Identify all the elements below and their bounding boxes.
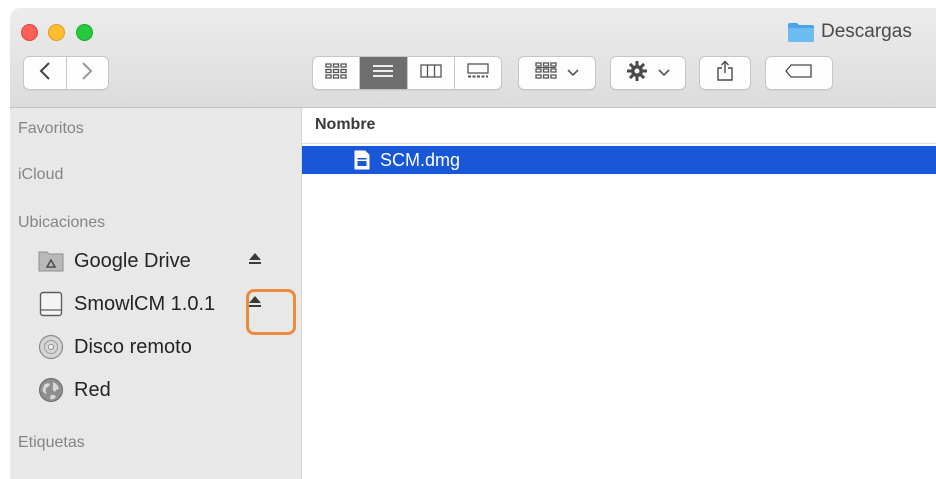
- sidebar-item-label: Google Drive: [74, 249, 191, 272]
- column-view-button[interactable]: [406, 57, 454, 89]
- sidebar-item-remote-disc[interactable]: Disco remoto: [38, 331, 192, 363]
- edit-tags-button[interactable]: [765, 56, 833, 90]
- back-forward-group: [23, 56, 109, 90]
- icon-grid-icon: [325, 62, 347, 84]
- grid-icon: [535, 61, 557, 85]
- optical-disc-icon: [38, 334, 64, 360]
- sidebar-item-label: Red: [74, 378, 111, 401]
- google-drive-icon: [38, 248, 64, 274]
- sidebar-item-smowlcm[interactable]: SmowlCM 1.0.1: [38, 288, 215, 320]
- chevron-right-icon: [81, 61, 93, 86]
- sidebar-header-locations[interactable]: Ubicaciones: [18, 214, 105, 232]
- sidebar-item-label: Disco remoto: [74, 335, 192, 358]
- zoom-window-button[interactable]: [76, 24, 93, 41]
- gallery-icon: [467, 62, 489, 84]
- arrange-button[interactable]: [518, 56, 596, 90]
- column-header-name[interactable]: Nombre: [302, 108, 936, 144]
- sidebar-item-google-drive[interactable]: Google Drive: [38, 245, 191, 277]
- toolbar: Descargas: [10, 8, 936, 108]
- icon-view-button[interactable]: [313, 57, 359, 89]
- close-window-button[interactable]: [21, 24, 38, 41]
- forward-button[interactable]: [65, 57, 109, 89]
- gear-icon: [626, 60, 648, 87]
- file-row[interactable]: SCM.dmg: [302, 146, 936, 174]
- action-menu-button[interactable]: [610, 56, 686, 90]
- gallery-view-button[interactable]: [453, 57, 501, 89]
- share-icon: [716, 60, 734, 87]
- network-globe-icon: [38, 377, 64, 403]
- sidebar-header-tags[interactable]: Etiquetas: [18, 434, 85, 452]
- list-view-button[interactable]: [359, 57, 407, 89]
- chevron-left-icon: [39, 61, 51, 86]
- file-name: SCM.dmg: [380, 149, 461, 170]
- share-button[interactable]: [699, 56, 751, 90]
- minimize-window-button[interactable]: [48, 24, 65, 41]
- list-icon: [372, 63, 394, 84]
- window-title-text: Descargas: [821, 21, 912, 42]
- disk-icon: [38, 291, 64, 317]
- eject-highlight-outline: [246, 289, 296, 335]
- eject-icon: [248, 252, 262, 271]
- tag-icon: [785, 63, 813, 83]
- sidebar-item-network[interactable]: Red: [38, 374, 111, 406]
- chevron-down-icon: [567, 64, 579, 82]
- dmg-file-icon: [354, 150, 370, 170]
- back-button[interactable]: [24, 57, 66, 89]
- sidebar-header-icloud[interactable]: iCloud: [18, 166, 63, 184]
- window-title: Descargas: [787, 20, 912, 44]
- folder-icon: [787, 21, 815, 43]
- finder-window: Descargas Favoritos iCloud Ubicaciones G…: [10, 8, 936, 479]
- view-mode-group: [312, 56, 502, 90]
- eject-google-drive-button[interactable]: [242, 248, 268, 274]
- columns-icon: [419, 63, 442, 84]
- file-list: Nombre SCM.dmg: [302, 108, 936, 479]
- column-header-label: Nombre: [315, 116, 376, 133]
- sidebar-item-label: SmowlCM 1.0.1: [74, 292, 216, 315]
- sidebar-header-favorites[interactable]: Favoritos: [18, 120, 84, 138]
- chevron-down-icon: [658, 64, 670, 82]
